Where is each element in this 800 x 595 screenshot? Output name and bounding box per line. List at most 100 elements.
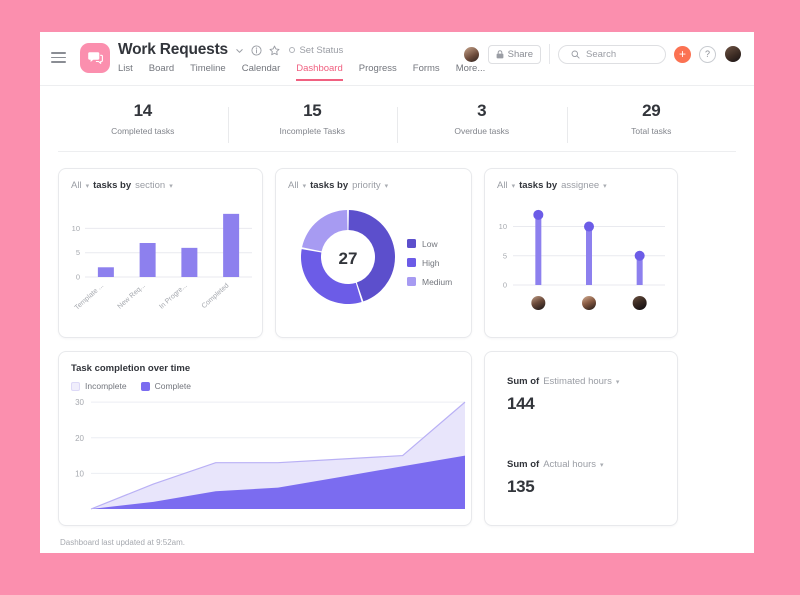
app-window: Work Requests Set Status List Board Time… — [40, 32, 754, 553]
chevron-down-icon[interactable]: ▾ — [603, 182, 607, 190]
hamburger-icon[interactable] — [51, 52, 66, 63]
card-header: All ▾ tasks by priority ▾ — [276, 169, 471, 191]
svg-text:10: 10 — [72, 224, 80, 233]
legend-item-incomplete[interactable]: Incomplete — [71, 381, 127, 391]
legend-label: Incomplete — [85, 381, 127, 391]
lollipop-chart-svg: 0 5 10 — [499, 209, 665, 311]
svg-text:5: 5 — [76, 248, 80, 257]
sum-actual-hours: Sum of Actual hours ▾ 135 — [505, 459, 657, 497]
tab-list[interactable]: List — [118, 63, 133, 81]
chevron-down-icon[interactable]: ▾ — [385, 182, 389, 190]
last-updated-note: Dashboard last updated at 9:52am. — [60, 538, 185, 547]
sum-field[interactable]: Actual hours — [543, 459, 596, 470]
area-chart: 10 20 30 — [59, 391, 471, 511]
search-icon — [571, 50, 580, 59]
set-status-label: Set Status — [299, 44, 344, 56]
chevron-down-icon[interactable] — [235, 46, 244, 55]
stat-label: Completed tasks — [111, 126, 175, 136]
group-field-label[interactable]: section — [135, 180, 165, 191]
scope-label[interactable]: All — [497, 180, 508, 191]
status-circle-icon — [288, 46, 296, 54]
member-avatar[interactable] — [462, 45, 480, 63]
sum-field[interactable]: Estimated hours — [543, 376, 612, 387]
svg-text:Template ...: Template ... — [74, 282, 106, 311]
bar-chart-svg: 0 5 10 Template ... New Req... In Progre... Co… — [72, 213, 252, 312]
chevron-down-icon[interactable]: ▾ — [303, 182, 307, 190]
chevron-down-icon[interactable]: ▾ — [512, 182, 516, 190]
chevron-down-icon[interactable]: ▾ — [86, 182, 90, 190]
svg-text:Medium: Medium — [422, 277, 452, 287]
add-button[interactable]: + — [674, 45, 691, 63]
chevron-down-icon[interactable]: ▾ — [616, 378, 620, 386]
lollipop-chart: 0 5 10 — [485, 191, 677, 331]
group-field-label[interactable]: assignee — [561, 180, 599, 191]
sum-estimated-hours: Sum of Estimated hours ▾ 144 — [505, 376, 657, 414]
sum-prefix: Sum of — [507, 459, 540, 470]
share-label: Share — [507, 48, 533, 60]
chevron-down-icon[interactable]: ▾ — [169, 182, 173, 190]
sum-prefix: Sum of — [507, 376, 540, 387]
chart-legend: Incomplete Complete — [59, 374, 471, 391]
svg-text:5: 5 — [503, 251, 507, 260]
card-task-completion-over-time: Task completion over time Incomplete Com… — [58, 351, 472, 526]
tab-timeline[interactable]: Timeline — [190, 63, 226, 81]
star-icon[interactable] — [269, 45, 280, 56]
legend-label: Complete — [154, 381, 191, 391]
search-input[interactable]: Search — [558, 44, 666, 64]
view-tabs: List Board Timeline Calendar Dashboard P… — [118, 63, 485, 81]
lock-icon — [496, 49, 504, 58]
stat-value: 29 — [642, 101, 661, 120]
group-field-label[interactable]: priority — [352, 180, 381, 191]
stat-overdue-tasks: 3 Overdue tasks — [397, 101, 567, 143]
chart-cards-row: All ▾ tasks by section ▾ 0 5 10 Template ..… — [58, 168, 736, 338]
area-chart-svg: 10 20 30 — [75, 398, 466, 510]
dashboard-body: 14 Completed tasks 15 Incomplete Tasks 3… — [40, 86, 754, 547]
chat-bubble-icon — [80, 43, 110, 73]
svg-text:In Progre...: In Progre... — [158, 282, 188, 310]
tab-board[interactable]: Board — [149, 63, 174, 81]
header-divider — [549, 44, 550, 64]
bar-chart: 0 5 10 Template ... New Req... In Progre... Co… — [59, 191, 262, 331]
legend-item-complete[interactable]: Complete — [140, 381, 191, 391]
stat-label: Total tasks — [631, 126, 672, 136]
app-header: Work Requests Set Status List Board Time… — [40, 32, 754, 86]
bottom-cards-row: Task completion over time Incomplete Com… — [58, 351, 736, 526]
svg-text:27: 27 — [339, 249, 358, 268]
set-status-button[interactable]: Set Status — [288, 44, 344, 56]
chevron-down-icon[interactable]: ▾ — [600, 461, 604, 469]
svg-text:Completed: Completed — [201, 282, 231, 310]
card-tasks-by-priority: All ▾ tasks by priority ▾ 27 Low High Mediu… — [275, 168, 472, 338]
card-title: Task completion over time — [71, 363, 191, 374]
help-button[interactable]: ? — [699, 45, 716, 63]
stat-value: 15 — [303, 101, 322, 120]
tab-progress[interactable]: Progress — [359, 63, 397, 81]
svg-text:10: 10 — [499, 222, 507, 231]
svg-text:New Req...: New Req... — [117, 282, 147, 310]
donut-chart: 27 Low High Medium — [276, 191, 471, 331]
user-avatar[interactable] — [724, 45, 742, 63]
card-header: All ▾ tasks by section ▾ — [59, 169, 262, 191]
stat-label: Incomplete Tasks — [279, 126, 345, 136]
share-button[interactable]: Share — [487, 44, 541, 64]
card-header: All ▾ tasks by assignee ▾ — [485, 169, 677, 191]
legend-swatch — [71, 381, 80, 391]
stat-completed-tasks: 14 Completed tasks — [58, 101, 228, 136]
summary-stats: 14 Completed tasks 15 Incomplete Tasks 3… — [58, 86, 736, 152]
svg-text:Low: Low — [422, 239, 438, 249]
metric-label: tasks by — [519, 180, 558, 191]
tab-dashboard[interactable]: Dashboard — [296, 63, 343, 81]
scope-label[interactable]: All — [71, 180, 82, 191]
tab-forms[interactable]: Forms — [413, 63, 440, 81]
sum-label: Sum of Actual hours ▾ — [507, 459, 657, 470]
card-tasks-by-assignee: All ▾ tasks by assignee ▾ 0 5 10 — [484, 168, 678, 338]
info-circle-icon[interactable] — [251, 44, 262, 56]
search-placeholder: Search — [586, 48, 617, 60]
tab-more[interactable]: More... — [456, 63, 486, 81]
scope-label[interactable]: All — [288, 180, 299, 191]
tab-calendar[interactable]: Calendar — [242, 63, 281, 81]
svg-text:High: High — [422, 258, 440, 268]
header-actions: Share Search + ? — [462, 44, 742, 64]
svg-text:10: 10 — [75, 469, 84, 478]
card-hour-sums: Sum of Estimated hours ▾ 144 Sum of Actu… — [484, 351, 678, 526]
legend-swatch — [140, 381, 150, 391]
